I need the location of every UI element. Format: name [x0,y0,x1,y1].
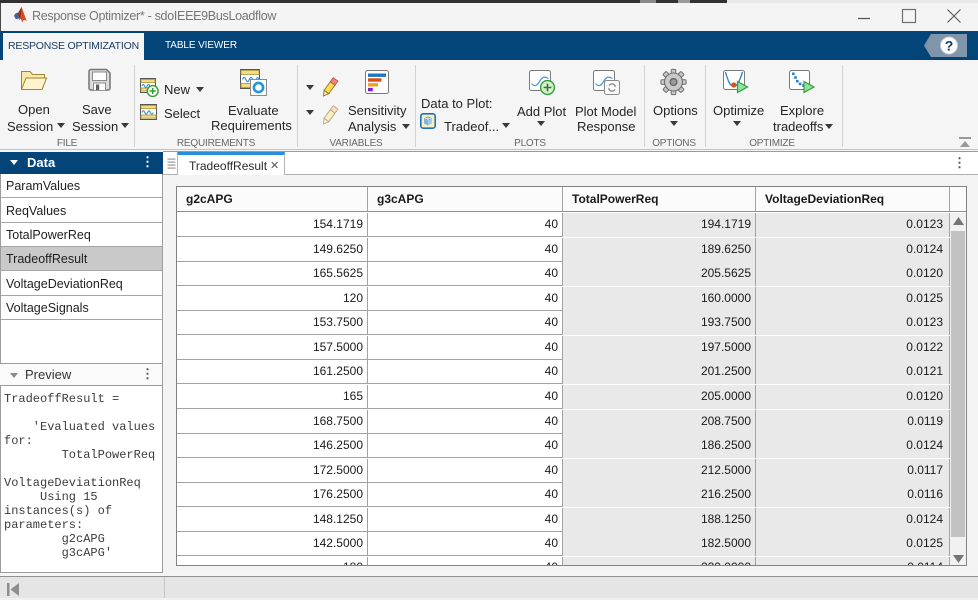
svg-text:?: ? [945,37,954,53]
